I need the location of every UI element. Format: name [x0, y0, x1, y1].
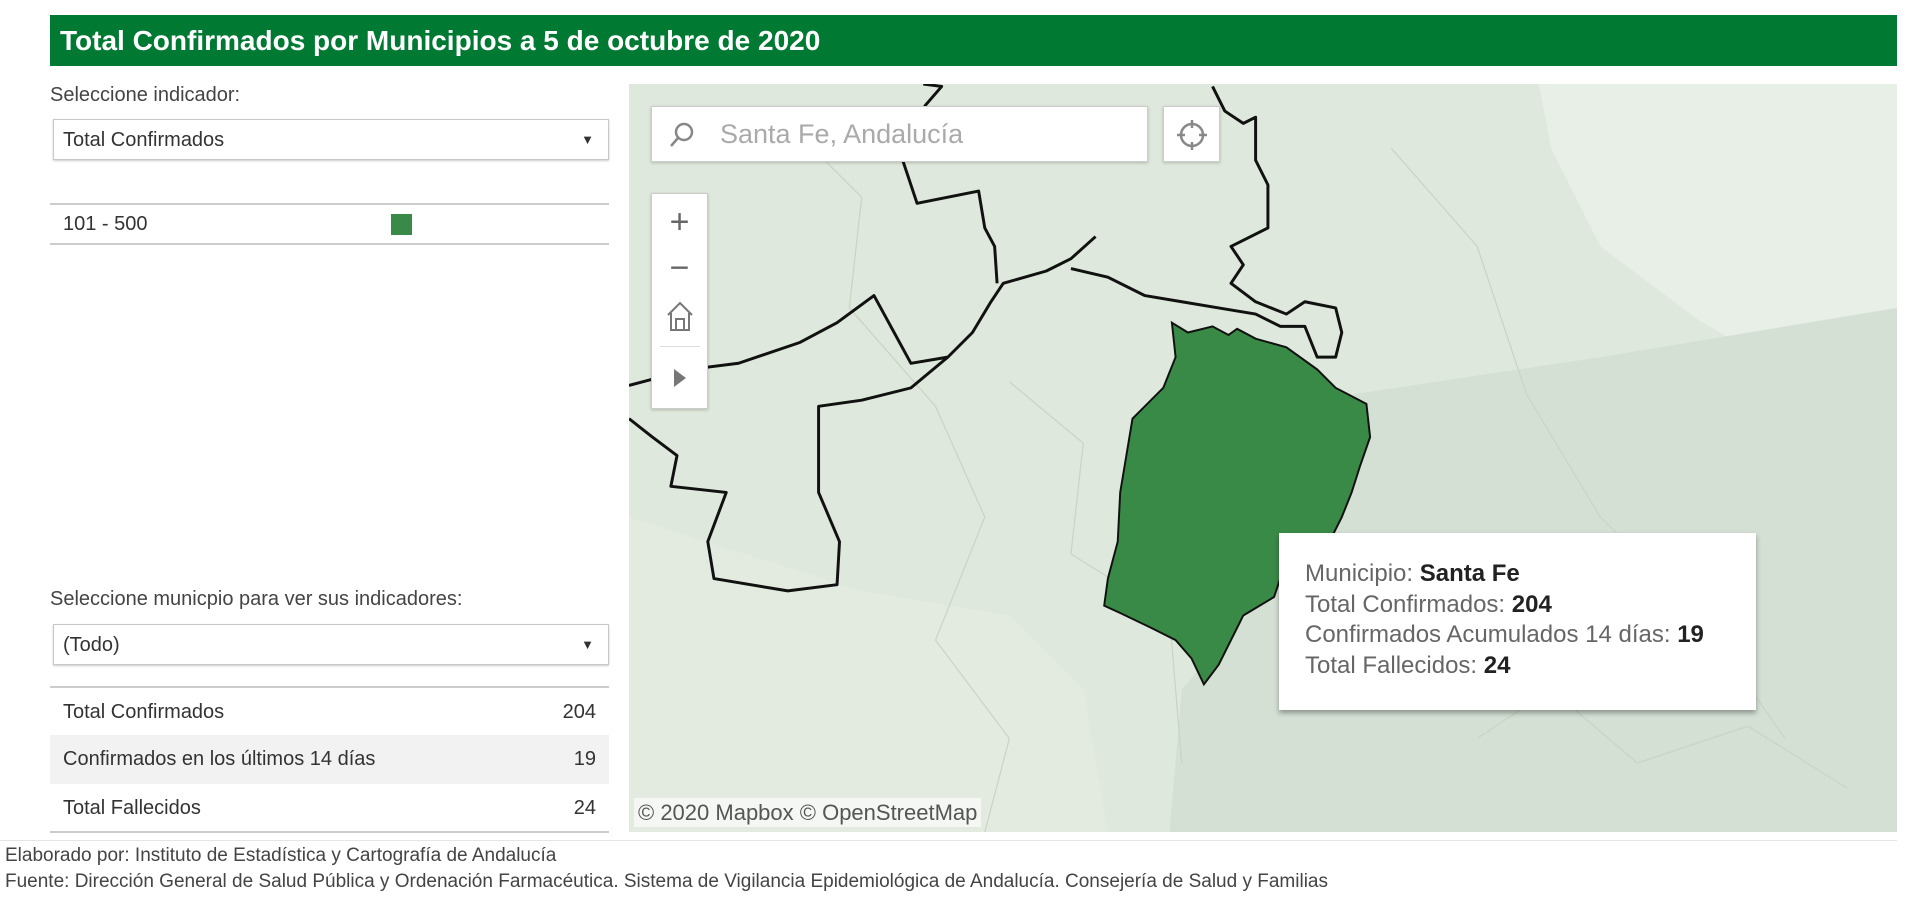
zoom-in-button[interactable]: + [652, 198, 707, 246]
municipality-label: Seleccione municpio para ver sus indicad… [50, 588, 463, 610]
tooltip-acumulados: Confirmados Acumulados 14 días: 19 [1305, 621, 1704, 648]
stat-value: 24 [573, 797, 596, 819]
footer-source: Fuente: Dirección General de Salud Públi… [5, 871, 1328, 892]
map[interactable] [629, 84, 1897, 832]
indicator-selected: Total Confirmados [63, 129, 225, 151]
crosshair-icon [1177, 120, 1207, 150]
map-search-input[interactable]: Santa Fe, Andalucía [651, 106, 1148, 162]
indicator-dropdown[interactable]: Total Confirmados ▼ [53, 119, 609, 160]
stat-value: 19 [573, 748, 596, 770]
stats-row: Confirmados en los últimos 14 días 19 [50, 735, 609, 784]
map-tooltip: Municipio: Santa Fe Total Confirmados: 2… [1279, 533, 1756, 710]
municipality-selected: (Todo) [63, 634, 120, 656]
play-icon [673, 369, 686, 387]
tooltip-municipio: Municipio: Santa Fe [1305, 560, 1520, 587]
legend-item: 101 - 500 [50, 203, 609, 245]
map-canvas [629, 84, 1897, 832]
locate-button[interactable] [1163, 106, 1220, 162]
page-title: Total Confirmados por Municipios a 5 de … [50, 15, 1897, 66]
map-controls: + − [651, 193, 708, 409]
municipality-dropdown[interactable]: (Todo) ▼ [53, 624, 609, 665]
tooltip-confirmados: Total Confirmados: 204 [1305, 590, 1552, 618]
zoom-out-button[interactable]: − [652, 244, 707, 292]
search-value: Santa Fe, Andalucía [720, 119, 964, 149]
footer-credit: Elaborado por: Instituto de Estadística … [5, 845, 557, 866]
home-icon [666, 301, 693, 331]
play-button[interactable] [652, 354, 707, 402]
tooltip-fallecidos: Total Fallecidos: 24 [1305, 651, 1511, 679]
dropdown-arrow-icon: ▼ [581, 132, 594, 147]
stat-label: Total Confirmados [63, 701, 225, 723]
legend-swatch [391, 214, 412, 235]
home-button[interactable] [652, 293, 707, 341]
stats-row: Total Confirmados 204 [50, 686, 609, 735]
map-attribution[interactable]: © 2020 Mapbox © OpenStreetMap [634, 798, 982, 827]
stat-label: Confirmados en los últimos 14 días [63, 748, 376, 770]
stat-value: 204 [562, 701, 596, 723]
legend-label: 101 - 500 [63, 213, 148, 235]
indicator-label: Seleccione indicador: [50, 84, 241, 106]
stat-label: Total Fallecidos [63, 797, 201, 819]
stats-row: Total Fallecidos 24 [50, 784, 609, 833]
search-icon [670, 122, 694, 147]
dropdown-arrow-icon: ▼ [581, 637, 594, 652]
divider [0, 840, 1897, 841]
